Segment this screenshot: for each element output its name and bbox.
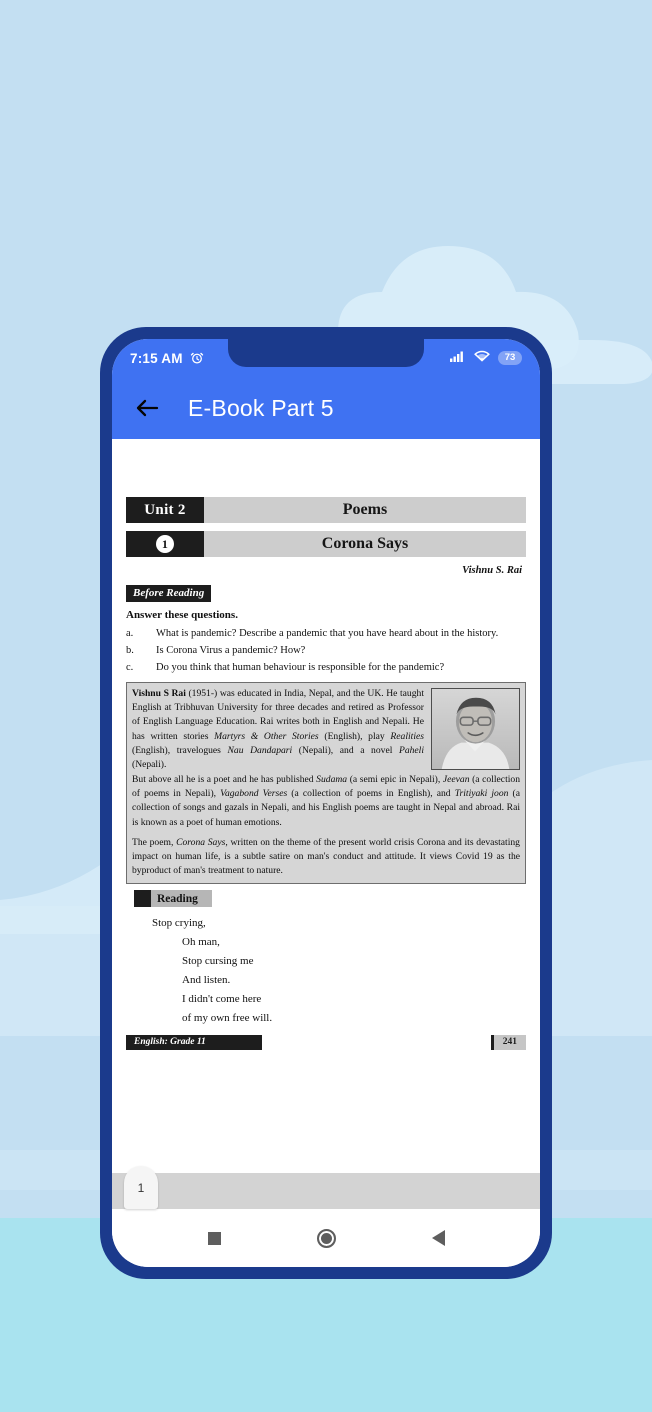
question-text: Is Corona Virus a pandemic? How? (156, 645, 306, 656)
author-byline: Vishnu S. Rai (462, 565, 522, 576)
phone-device-frame: 7:15 AM 73 E-Book Part 5 Unit 2 Poems 1 … (100, 327, 552, 1279)
poem-line: And listen. (182, 974, 231, 987)
reading-label-marker (134, 890, 151, 908)
question-letter: a. (126, 628, 134, 639)
author-bio-box: Vishnu S Rai (1951-) was educated in Ind… (126, 682, 526, 885)
app-bar: E-Book Part 5 (112, 377, 540, 439)
back-triangle-icon[interactable] (421, 1221, 455, 1255)
bio-paragraph-with-photo: Vishnu S Rai (1951-) was educated in Ind… (132, 687, 520, 773)
android-navigation-bar (112, 1209, 540, 1267)
poem-line: of my own free will. (182, 1011, 273, 1024)
ebook-page: Unit 2 Poems 1 Corona Says Vishnu S. Rai… (112, 439, 540, 1050)
chapter-banner-tag: 1 (126, 531, 204, 557)
before-reading-question-list: a. What is pandemic? Describe a pandemic… (126, 625, 526, 676)
phone-screen: 7:15 AM 73 E-Book Part 5 Unit 2 Poems 1 … (112, 339, 540, 1267)
chapter-number: 1 (156, 535, 174, 553)
bio-paragraph-2: But above all he is a poet and he has pu… (132, 774, 520, 828)
unit-banner: Unit 2 Poems (126, 497, 526, 523)
poem-line: Stop cursing me (182, 955, 254, 968)
poem-line: Stop crying, (152, 917, 206, 930)
reading-label: Reading (134, 890, 212, 908)
status-bar-left: 7:15 AM (130, 351, 204, 366)
question-letter: c. (126, 662, 134, 673)
question-text: Do you think that human behaviour is res… (156, 662, 445, 673)
author-portrait-photo (431, 688, 520, 770)
alarm-icon (190, 351, 204, 365)
answer-questions-instruction: Answer these questions. (126, 609, 238, 621)
unit-banner-tag: Unit 2 (126, 497, 204, 523)
bio-paragraph-3: The poem, Corona Says, written on the th… (132, 836, 520, 877)
chapter-banner-title: Corona Says (204, 531, 526, 557)
page-number-group: 241 (490, 1034, 526, 1050)
home-circle-icon[interactable] (309, 1221, 343, 1255)
display-notch (228, 339, 424, 367)
question-text: What is pandemic? Describe a pandemic th… (156, 628, 499, 639)
list-item: b. Is Corona Virus a pandemic? How? (126, 642, 526, 659)
book-label: English: Grade 11 (126, 1034, 262, 1050)
cellular-signal-icon (450, 349, 466, 367)
chapter-banner: 1 Corona Says (126, 531, 526, 557)
status-bar-clock: 7:15 AM (130, 350, 183, 366)
page-number: 241 (493, 1034, 526, 1050)
poem-body: Stop crying, Oh man, Stop cursing me And… (126, 914, 526, 1027)
current-page-chip[interactable]: 1 (124, 1166, 158, 1209)
page-title: E-Book Part 5 (188, 394, 334, 421)
status-bar-right: 73 (450, 349, 522, 367)
list-item: a. What is pandemic? Describe a pandemic… (126, 625, 526, 642)
poem-line: I didn't come here (182, 992, 262, 1005)
ebook-reader-viewport[interactable]: Unit 2 Poems 1 Corona Says Vishnu S. Rai… (112, 439, 540, 1173)
status-bar: 7:15 AM 73 (112, 339, 540, 377)
back-arrow-icon[interactable] (126, 387, 168, 429)
list-item: c. Do you think that human behaviour is … (126, 659, 526, 676)
recents-square-icon[interactable] (197, 1221, 231, 1255)
question-letter: b. (126, 645, 134, 656)
battery-level-badge: 73 (498, 351, 522, 365)
unit-banner-title: Poems (204, 497, 526, 523)
before-reading-label: Before Reading (126, 585, 212, 602)
page-footer: English: Grade 11 241 (126, 1034, 526, 1050)
reading-label-text: Reading (157, 892, 198, 905)
page-scrubber-bar[interactable]: 1 (112, 1166, 540, 1209)
poem-line: Oh man, (182, 936, 220, 949)
wifi-icon (474, 349, 490, 367)
